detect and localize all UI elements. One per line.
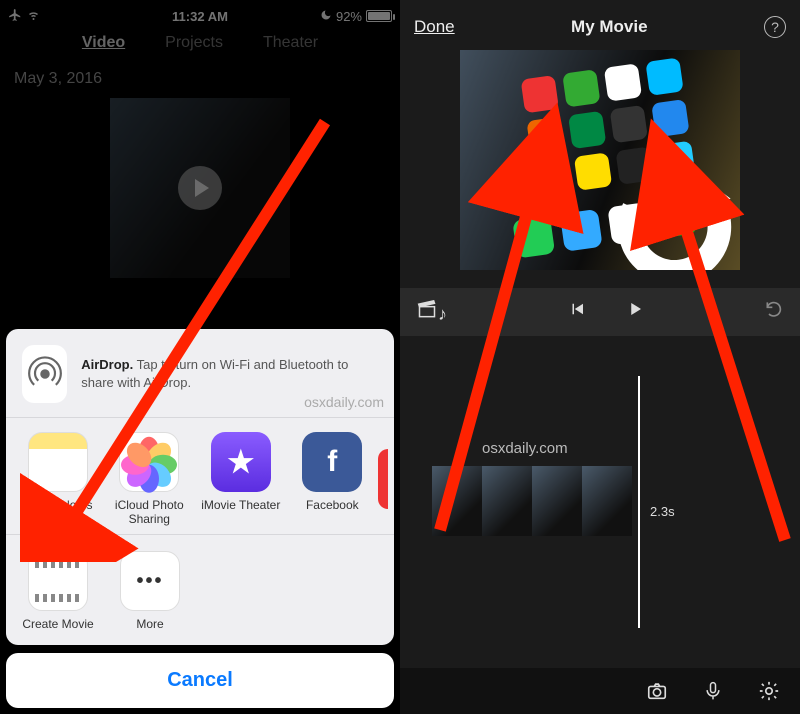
- settings-icon[interactable]: [758, 680, 780, 702]
- prev-button[interactable]: [568, 300, 586, 324]
- help-icon[interactable]: ?: [764, 16, 786, 38]
- playhead[interactable]: [638, 376, 640, 628]
- share-item-create-movie[interactable]: Create Movie: [12, 551, 104, 631]
- cancel-button[interactable]: Cancel: [6, 653, 394, 708]
- camera-icon[interactable]: [646, 680, 668, 702]
- share-label: Add to Notes: [12, 498, 104, 512]
- watermark: osxdaily.com: [482, 440, 568, 457]
- timeline[interactable]: osxdaily.com 2.3s: [400, 336, 800, 668]
- share-item-notes[interactable]: Add to Notes: [12, 432, 104, 526]
- microphone-icon[interactable]: [702, 680, 724, 702]
- facebook-icon: f: [302, 432, 362, 492]
- rotate-icon: [615, 168, 733, 270]
- share-label: Facebook: [287, 498, 379, 512]
- share-item-more[interactable]: ••• More: [104, 551, 196, 631]
- more-icon: •••: [120, 551, 180, 611]
- airdrop-text: AirDrop. Tap to turn on Wi-Fi and Blueto…: [81, 356, 378, 391]
- share-item-facebook[interactable]: f Facebook: [287, 432, 379, 526]
- share-label: iMovie Theater: [195, 498, 287, 512]
- screenshot-imovie-editor: Done My Movie ? ♪: [400, 0, 800, 714]
- airdrop-icon: [22, 345, 67, 403]
- clip[interactable]: [432, 466, 632, 536]
- share-apps-row-2: Create Movie ••• More: [6, 535, 394, 645]
- play-button[interactable]: [626, 300, 644, 324]
- share-sheet: AirDrop. Tap to turn on Wi-Fi and Blueto…: [6, 329, 394, 708]
- share-label: More: [104, 617, 196, 631]
- share-label: Create Movie: [12, 617, 104, 631]
- project-title: My Movie: [571, 17, 648, 37]
- share-label: iCloud Photo Sharing: [104, 498, 196, 526]
- share-item-imovie-theater[interactable]: ★ iMovie Theater: [195, 432, 287, 526]
- screenshot-share-sheet: 11:32 AM 92% Video Projects Theater May …: [0, 0, 400, 714]
- editor-footer: [400, 668, 800, 714]
- undo-button[interactable]: [764, 299, 784, 325]
- share-item-icloud-photo[interactable]: iCloud Photo Sharing: [104, 432, 196, 526]
- done-button[interactable]: Done: [414, 17, 455, 37]
- share-apps-row-1: osxdaily.com Add to Notes: [6, 418, 394, 535]
- imovie-icon: ★: [211, 432, 271, 492]
- video-preview[interactable]: [460, 50, 740, 270]
- notes-icon: [28, 432, 88, 492]
- clip-duration: 2.3s: [650, 504, 675, 519]
- photos-icon: [119, 432, 179, 492]
- playback-controls: ♪: [400, 288, 800, 336]
- media-browser-icon[interactable]: ♪: [416, 300, 447, 325]
- share-item-overflow[interactable]: [378, 449, 388, 509]
- editor-header: Done My Movie ?: [400, 0, 800, 46]
- filmstrip-icon: [28, 551, 88, 611]
- watermark: osxdaily.com: [304, 394, 384, 410]
